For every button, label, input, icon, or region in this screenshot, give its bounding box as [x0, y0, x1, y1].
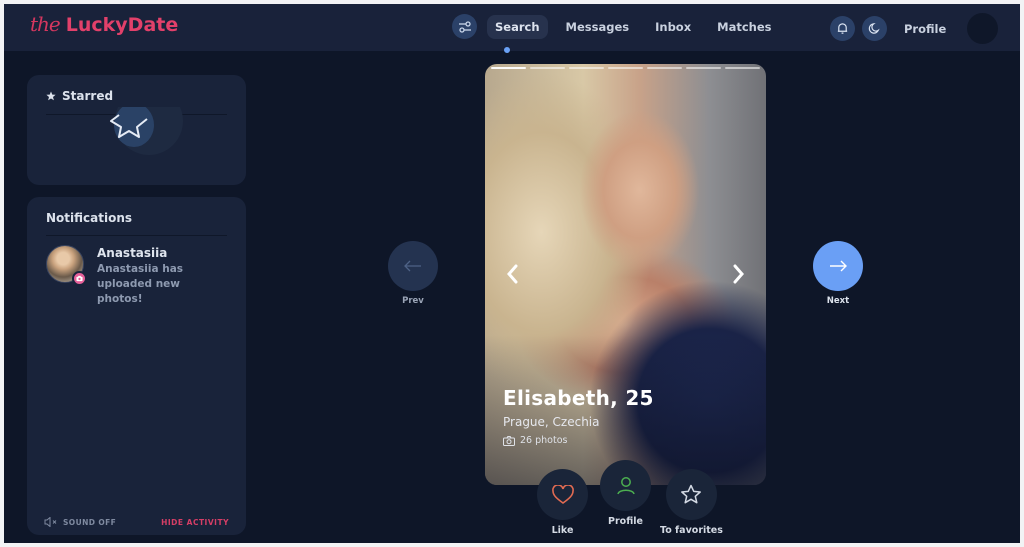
nav-messages[interactable]: Messages	[558, 15, 638, 39]
like-label: Like	[551, 525, 574, 536]
starred-header: Starred	[46, 89, 113, 103]
notification-text: Anastasiia has uploaded new photos!	[97, 263, 184, 305]
photo-count: 26 photos	[503, 435, 567, 446]
profile-location: Prague, Czechia	[503, 415, 600, 429]
sliders-icon	[458, 20, 471, 33]
photo-count-label: 26 photos	[520, 435, 568, 446]
prev-button[interactable]	[388, 241, 438, 291]
nav-matches[interactable]: Matches	[709, 15, 779, 39]
notifications-footer: SOUND OFF HIDE ACTIVITY	[44, 517, 229, 527]
top-bar: the LuckyDate Search Messages Inbox Matc…	[4, 4, 1020, 51]
star-outline-icon	[681, 484, 702, 504]
camera-badge	[72, 271, 87, 286]
camera-icon	[76, 275, 83, 282]
logo[interactable]: the LuckyDate	[30, 12, 178, 42]
photo-progress-segment[interactable]	[608, 67, 643, 69]
photo-progress-segment[interactable]	[569, 67, 604, 69]
sound-toggle[interactable]: SOUND OFF	[44, 517, 116, 527]
notification-body: Anastasiia Anastasiia has uploaded new p…	[97, 245, 227, 307]
app-window: the LuckyDate Search Messages Inbox Matc…	[4, 4, 1020, 543]
notification-name: Anastasiia	[97, 246, 168, 260]
profile-card[interactable]: Elisabeth, 25 Prague, Czechia 26 photos	[485, 64, 766, 485]
next-button[interactable]	[813, 241, 863, 291]
notification-avatar	[46, 245, 87, 286]
like-action: Like	[537, 469, 588, 536]
notification-item[interactable]: Anastasiia Anastasiia has uploaded new p…	[46, 245, 227, 307]
user-avatar[interactable]	[967, 13, 999, 44]
notifications-divider	[46, 235, 227, 236]
header-actions: Profile	[830, 13, 999, 44]
previous-photo-chevron-icon[interactable]	[503, 262, 523, 286]
profile-link[interactable]: Profile	[904, 22, 946, 36]
photo-progress-segment[interactable]	[725, 67, 760, 69]
notifications-panel: Notifications Anastasiia Anastasiia has …	[27, 197, 246, 535]
photo-progress-segment[interactable]	[647, 67, 682, 69]
user-icon	[616, 476, 635, 494]
moon-icon	[868, 23, 880, 34]
next-photo-chevron-icon[interactable]	[728, 262, 748, 286]
prev-control: Prev	[387, 241, 439, 306]
favorite-label: To favorites	[660, 525, 723, 536]
heart-icon	[551, 484, 574, 504]
favorite-action: To favorites	[660, 469, 723, 536]
arrow-left-icon	[404, 260, 421, 272]
prev-label: Prev	[402, 296, 424, 306]
nav-inbox[interactable]: Inbox	[647, 15, 699, 39]
theme-toggle[interactable]	[862, 16, 887, 41]
profile-action-label: Profile	[608, 516, 643, 527]
starred-panel: Starred	[27, 75, 246, 185]
main-nav: Search Messages Inbox Matches	[452, 14, 780, 39]
favorite-button[interactable]	[665, 469, 717, 520]
hide-activity-link[interactable]: HIDE ACTIVITY	[161, 518, 229, 527]
active-nav-indicator	[504, 47, 510, 53]
star-icon	[46, 91, 56, 101]
profile-action: Profile	[600, 460, 651, 527]
notifications-button[interactable]	[830, 16, 855, 41]
view-profile-button[interactable]	[600, 460, 651, 511]
empty-starred-illustration	[110, 107, 183, 155]
logo-prefix: the	[30, 12, 61, 36]
photo-progress	[491, 67, 760, 69]
next-label: Next	[826, 296, 850, 306]
next-control: Next	[812, 241, 864, 306]
starred-title: Starred	[62, 89, 114, 103]
filters-button[interactable]	[452, 14, 477, 39]
logo-name: LuckyDate	[65, 14, 179, 36]
nav-search[interactable]: Search	[487, 14, 548, 39]
arrow-right-icon	[830, 260, 847, 272]
photo-progress-segment[interactable]	[491, 67, 526, 69]
like-button[interactable]	[537, 469, 588, 520]
sound-label: SOUND OFF	[63, 517, 117, 527]
bell-icon	[837, 23, 848, 34]
profile-name-age: Elisabeth, 25	[503, 386, 654, 410]
photo-progress-segment[interactable]	[686, 67, 721, 69]
notifications-title: Notifications	[46, 211, 133, 225]
photo-progress-segment[interactable]	[530, 67, 565, 69]
speaker-muted-icon	[44, 517, 57, 527]
camera-icon	[503, 435, 515, 446]
